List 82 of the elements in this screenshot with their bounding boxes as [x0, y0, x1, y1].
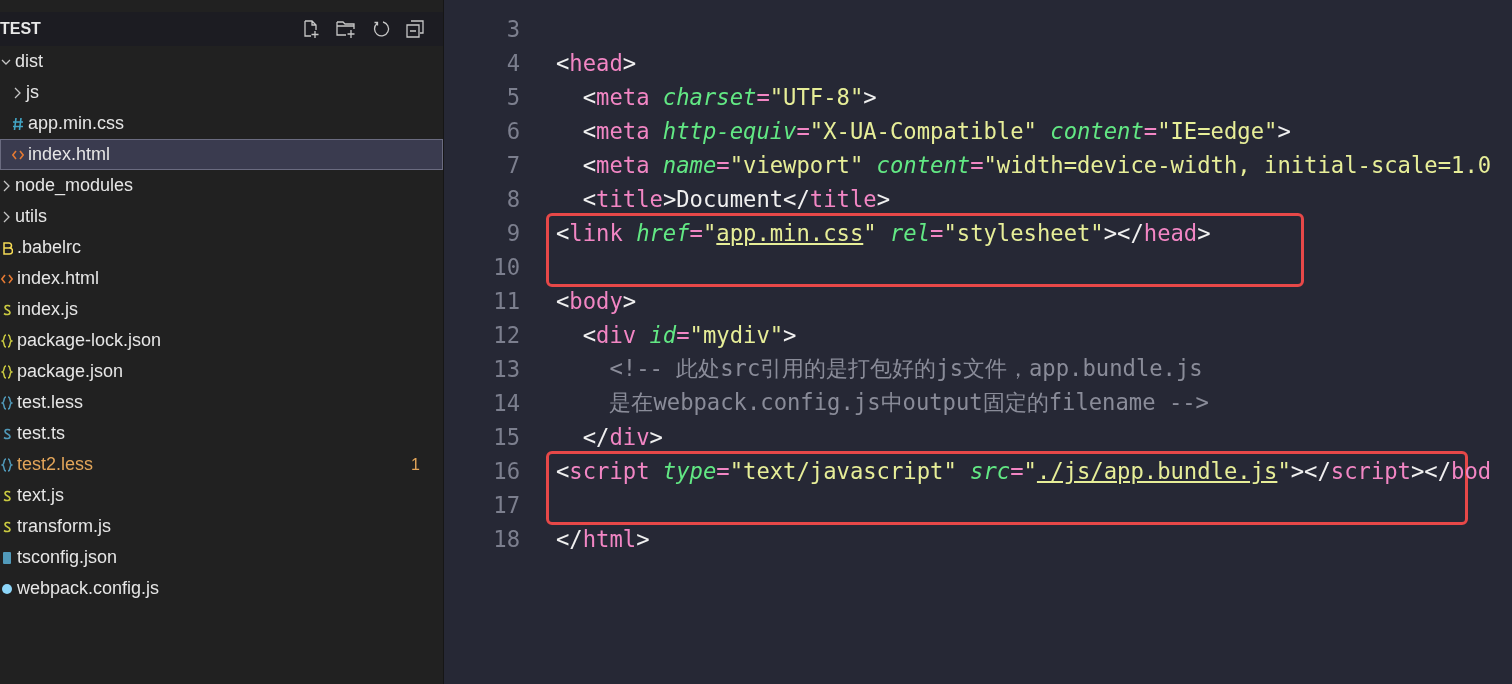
line-number: 17: [493, 492, 520, 518]
code-line: </div>: [581, 424, 663, 450]
code-line: 是在webpack.config.js中output固定的filename -->: [608, 388, 1209, 417]
file-tree-item[interactable]: node_modules: [0, 170, 443, 201]
babel-file-icon: [1, 240, 13, 255]
line-number: 14: [493, 390, 520, 416]
js-file-icon: [1, 519, 13, 534]
line-number: 9: [506, 220, 520, 246]
file-tree-item[interactable]: index.html: [0, 263, 443, 294]
file-name: utils: [15, 206, 48, 227]
file-name: webpack.config.js: [17, 578, 161, 599]
line-number: 5: [506, 84, 520, 110]
js-file-icon: [1, 302, 13, 317]
file-tree-item[interactable]: dist: [0, 46, 443, 77]
code-line: <meta name="viewport" content="width=device-width, initial-scale=1.0: [581, 152, 1492, 178]
code-line: <meta http-equiv="X-UA-Compatible" content="IE=edge">: [581, 118, 1291, 144]
code-line: <meta charset="UTF-8">: [581, 84, 877, 110]
line-number: 8: [506, 186, 520, 212]
file-tree-item[interactable]: test.less: [0, 387, 443, 418]
file-name: js: [26, 82, 40, 103]
file-name: index.html: [28, 144, 112, 165]
file-tree-item[interactable]: .babelrc: [0, 232, 443, 263]
json-file-icon: [1, 364, 13, 379]
line-number: 3: [506, 16, 520, 42]
line-number: 18: [493, 526, 520, 552]
code-line: <!-- 此处src引用的是打包好的js文件，app.bundle.js: [608, 354, 1203, 383]
file-name: node_modules: [15, 175, 135, 196]
line-number: 15: [493, 424, 520, 450]
code-line: <title>Document</title>: [581, 186, 890, 212]
new-folder-icon[interactable]: [335, 19, 357, 39]
code-line: <link href="app.min.css" rel="stylesheet"></head>: [556, 220, 1211, 246]
file-tree-item[interactable]: text.js: [0, 480, 443, 511]
file-name: dist: [15, 51, 44, 72]
code-line: <div id="mydiv">: [581, 322, 797, 348]
line-number: 4: [506, 50, 520, 76]
js-file-icon: [1, 488, 13, 503]
collapse-all-icon[interactable]: [405, 19, 425, 39]
line-number: 6: [506, 118, 520, 144]
file-tree-item[interactable]: transform.js: [0, 511, 443, 542]
file-tree-item[interactable]: test.ts: [0, 418, 443, 449]
file-tree-item[interactable]: tsconfig.json: [0, 542, 443, 573]
file-name: package-lock.json: [17, 330, 163, 351]
file-name: index.html: [17, 268, 101, 289]
line-number: 12: [493, 322, 520, 348]
file-tree-item[interactable]: webpack.config.js: [0, 573, 443, 604]
file-name: package.json: [17, 361, 125, 382]
problem-count: 1: [411, 455, 420, 474]
tsconfig-file-icon: [1, 550, 13, 565]
file-name: text.js: [17, 485, 65, 506]
webpack-file-icon: [1, 581, 13, 596]
json-file-icon: [1, 333, 13, 348]
file-name: transform.js: [17, 516, 113, 537]
less-file-icon: [1, 457, 13, 472]
line-number: 11: [493, 288, 520, 314]
file-name: test.ts: [17, 423, 66, 444]
file-tree-item[interactable]: package.json: [0, 356, 443, 387]
code-line: <head>: [556, 50, 637, 76]
file-tree-item[interactable]: index.js: [0, 294, 443, 325]
file-name: app.min.css: [28, 113, 126, 134]
refresh-icon[interactable]: [371, 19, 391, 39]
file-tree-item[interactable]: utils: [0, 201, 443, 232]
line-number: 10: [493, 254, 520, 280]
line-number: 7: [506, 152, 520, 178]
file-name: index.js: [17, 299, 80, 320]
line-number: 13: [493, 356, 520, 382]
new-file-icon[interactable]: [301, 19, 321, 39]
file-name: tsconfig.json: [17, 547, 119, 568]
css-file-icon: [12, 116, 24, 131]
file-name: test2.less: [17, 454, 95, 475]
ts-file-icon: [1, 426, 13, 441]
file-tree-item[interactable]: index.html: [0, 139, 443, 170]
file-name: test.less: [17, 392, 85, 413]
file-tree-item[interactable]: test2.less 1: [0, 449, 443, 480]
file-tree-item[interactable]: js: [0, 77, 443, 108]
code-line: </html>: [556, 526, 650, 552]
explorer-title: TEST: [0, 20, 41, 38]
code-line: <body>: [556, 288, 637, 314]
file-tree-item[interactable]: package-lock.json: [0, 325, 443, 356]
file-tree-item[interactable]: app.min.css: [0, 108, 443, 139]
line-number: 16: [493, 458, 520, 484]
less-file-icon: [1, 395, 13, 410]
file-name: .babelrc: [17, 237, 83, 258]
